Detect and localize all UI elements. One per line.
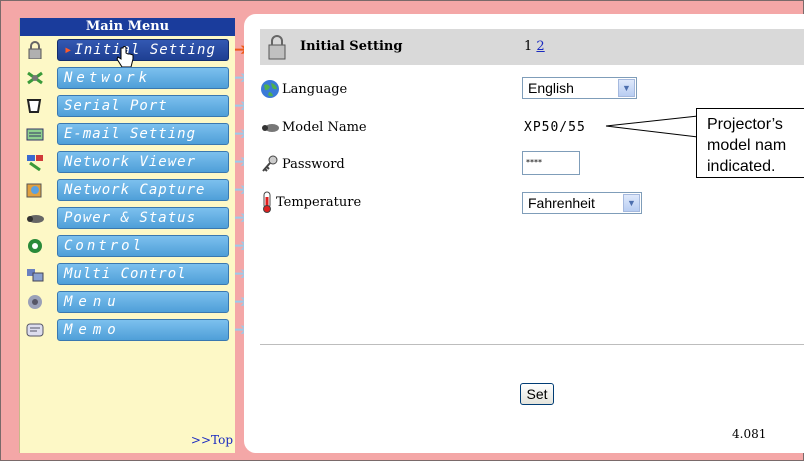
password-label: Password (282, 156, 345, 172)
model-name-row: Model Name (260, 120, 367, 135)
language-value: English (528, 80, 574, 96)
temperature-row: Temperature (260, 191, 361, 213)
language-label: Language (282, 81, 348, 97)
menu-button-control[interactable]: Control (57, 235, 229, 257)
callout-annotation: Projector’s model nam indicated. (696, 108, 804, 178)
menu-item-menu[interactable]: Menu ➔ (20, 288, 248, 316)
divider (260, 344, 804, 345)
menu-item-email-setting[interactable]: E-mail Setting ➔ (20, 120, 248, 148)
callout-line-3: indicated. (707, 158, 776, 175)
email-icon (26, 128, 44, 141)
set-button[interactable]: Set (520, 383, 554, 405)
password-input[interactable]: **** (522, 151, 580, 175)
temperature-value: Fahrenheit (528, 195, 595, 211)
menu-button-initial-setting[interactable]: Initial Setting (57, 39, 229, 61)
callout-line-1: Projector’s (707, 116, 783, 133)
menu-item-control[interactable]: Control ➔ (20, 232, 248, 260)
top-link[interactable]: >>Top (191, 433, 233, 447)
main-menu-sidebar: Main Menu Initial Setting ➔ Network ➔ Se… (19, 18, 248, 453)
menu-button-serial-port[interactable]: Serial Port (57, 95, 229, 117)
page-number-current: 1 (524, 39, 533, 54)
temperature-select[interactable]: Fahrenheit ▼ (522, 192, 642, 214)
page-navigation: 1 2 (524, 39, 545, 54)
menu-item-serial-port[interactable]: Serial Port ➔ (20, 92, 248, 120)
menu-button-network[interactable]: Network (57, 67, 229, 89)
network-viewer-icon (27, 155, 43, 171)
chevron-down-icon[interactable]: ▼ (618, 79, 635, 97)
control-icon (28, 239, 42, 253)
network-icon (27, 71, 43, 85)
menu-button-network-capture[interactable]: Network Capture (57, 179, 229, 201)
menu-button-menu[interactable]: Menu (57, 291, 229, 313)
menu-item-initial-setting[interactable]: Initial Setting ➔ (20, 36, 248, 68)
menu-item-power-status[interactable]: Power & Status ➔ (20, 204, 248, 232)
menu-icon (28, 295, 42, 309)
temperature-label: Temperature (276, 194, 362, 210)
memo-icon (26, 323, 44, 337)
lock-icon (268, 35, 286, 60)
model-name-label: Model Name (282, 120, 367, 135)
menu-button-network-viewer[interactable]: Network Viewer (57, 151, 229, 173)
language-row: Language (260, 79, 347, 99)
projector-icon (262, 123, 279, 132)
projector-icon (27, 215, 44, 223)
main-panel: Initial Setting 1 2 Language English ▼ M… (244, 14, 804, 453)
menu-item-multi-control[interactable]: Multi Control ➔ (20, 260, 248, 288)
network-capture-icon (26, 183, 42, 198)
password-row: Password (260, 154, 345, 174)
menu-item-network-capture[interactable]: Network Capture ➔ (20, 176, 248, 204)
menu-button-power-status[interactable]: Power & Status (57, 207, 229, 229)
chevron-down-icon[interactable]: ▼ (623, 194, 640, 212)
page-title: Initial Setting (300, 39, 403, 54)
language-select[interactable]: English ▼ (522, 77, 637, 99)
callout-line-2: model nam (707, 137, 787, 154)
section-header: Initial Setting 1 2 (260, 29, 804, 65)
main-menu-header: Main Menu (20, 18, 235, 36)
model-name-value: XP50/55 (524, 120, 586, 135)
menu-button-multi-control[interactable]: Multi Control (57, 263, 229, 285)
globe-icon (261, 80, 279, 98)
menu-item-network[interactable]: Network ➔ (20, 64, 248, 92)
key-icon (262, 155, 278, 172)
thermometer-icon (263, 191, 271, 213)
page-number-link[interactable]: 2 (536, 39, 544, 54)
lock-icon (28, 41, 42, 59)
menu-item-memo[interactable]: Memo ➔ (20, 316, 248, 344)
menu-item-network-viewer[interactable]: Network Viewer ➔ (20, 148, 248, 176)
menu-button-email-setting[interactable]: E-mail Setting (57, 123, 229, 145)
version-number: 4.081 (732, 427, 767, 441)
multi-control-icon (27, 269, 44, 282)
menu-button-memo[interactable]: Memo (57, 319, 229, 341)
serial-port-icon (26, 99, 42, 113)
